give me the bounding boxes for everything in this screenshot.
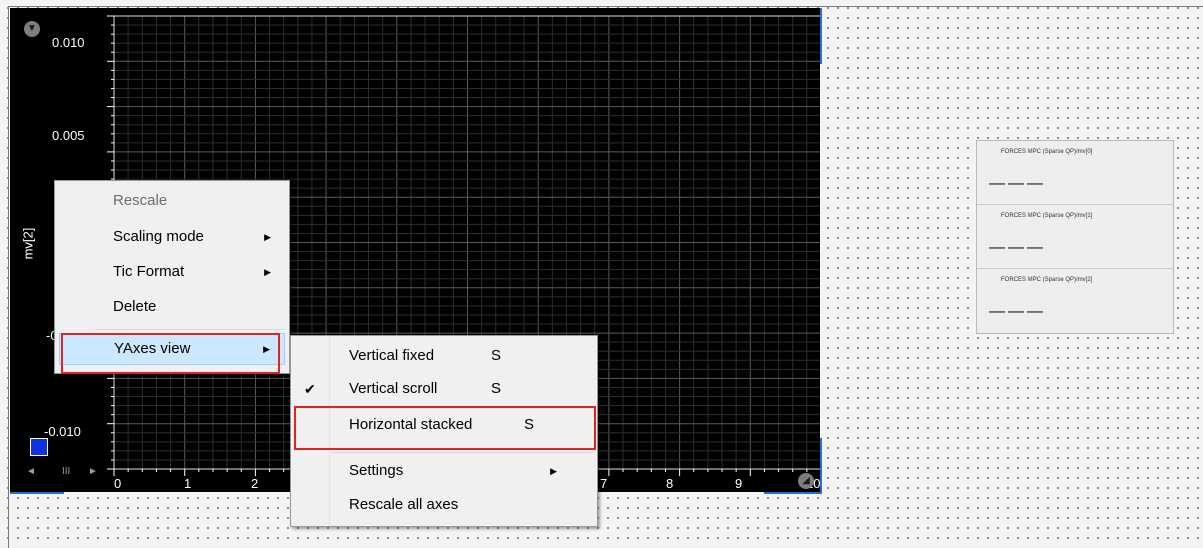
selection-handle[interactable] [764,492,822,494]
legend-line-sample: ——— [989,239,1046,256]
y-tick-label: -0.010 [44,424,81,439]
y-axis-label: mv[2] [20,227,36,260]
scroll-right-icon[interactable]: ► [88,466,98,477]
submenu-arrow-icon: ▶ [263,344,270,354]
legend-line-sample: ——— [989,175,1046,192]
horizontal-scrollbar[interactable]: ◄ III ► [26,466,116,478]
x-tick-label: 1 [184,476,191,491]
submenu-arrow-icon: ▶ [550,466,557,476]
legend-line-sample: ——— [989,303,1046,320]
y-tick-label: 0.005 [52,128,85,143]
color-swatch[interactable] [30,438,48,456]
context-menu: Rescale Scaling mode ▶ Tic Format ▶ Dele… [54,180,290,374]
shortcut-label: S [491,347,502,364]
legend-item[interactable]: FORCES MPC (Sparse QP)/mv[2] ——— [977,269,1173,332]
submenu-arrow-icon: ▶ [264,232,271,242]
legend-label: FORCES MPC (Sparse QP)/mv[1] [1001,213,1093,219]
checkmark-icon: ✔ [304,381,316,397]
collapse-toggle-icon[interactable]: ◢ [798,473,814,489]
legend[interactable]: FORCES MPC (Sparse QP)/mv[0] ——— FORCES … [976,140,1174,334]
menu-item-yaxes-view[interactable]: YAxes view ▶ [59,333,285,365]
y-tick-label: 0.010 [52,35,85,50]
scroll-left-icon[interactable]: ◄ [26,466,36,477]
scroll-thumb[interactable]: III [62,466,70,477]
legend-item[interactable]: FORCES MPC (Sparse QP)/mv[1] ——— [977,205,1173,269]
menu-separator [331,452,593,453]
menu-item-vertical-fixed[interactable]: Vertical fixed S [291,340,597,372]
menu-item-tic-format[interactable]: Tic Format ▶ [55,256,289,288]
yaxes-view-submenu: Vertical fixed S ✔ Vertical scroll S Hor… [290,335,598,527]
menu-item-settings[interactable]: Settings ▶ [291,455,597,487]
menu-item-delete[interactable]: Delete [55,291,289,323]
shortcut-label: S [491,380,502,397]
x-tick-label: 7 [600,476,607,491]
shortcut-label: S [524,416,535,433]
selection-handle[interactable] [820,438,822,492]
legend-label: FORCES MPC (Sparse QP)/mv[2] [1001,277,1093,283]
menu-separator [95,329,285,330]
menu-item-rescale: Rescale [113,192,168,209]
selection-handle[interactable] [10,492,64,494]
legend-label: FORCES MPC (Sparse QP)/mv[0] [1001,149,1093,155]
menu-item-scaling-mode[interactable]: Scaling mode ▶ [55,221,289,253]
x-tick-label: 8 [666,476,673,491]
legend-item[interactable]: FORCES MPC (Sparse QP)/mv[0] ——— [977,141,1173,205]
x-tick-label: 9 [735,476,742,491]
collapse-toggle-icon[interactable]: ▼ [24,21,40,37]
submenu-arrow-icon: ▶ [264,267,271,277]
menu-item-vertical-scroll[interactable]: ✔ Vertical scroll S [291,373,597,405]
menu-item-rescale-all-axes[interactable]: Rescale all axes [291,489,597,521]
menu-item-horizontal-stacked[interactable]: Horizontal stacked S [291,409,597,441]
x-tick-label: 2 [251,476,258,491]
selection-handle[interactable] [820,8,822,64]
x-tick-label: 0 [114,476,121,491]
